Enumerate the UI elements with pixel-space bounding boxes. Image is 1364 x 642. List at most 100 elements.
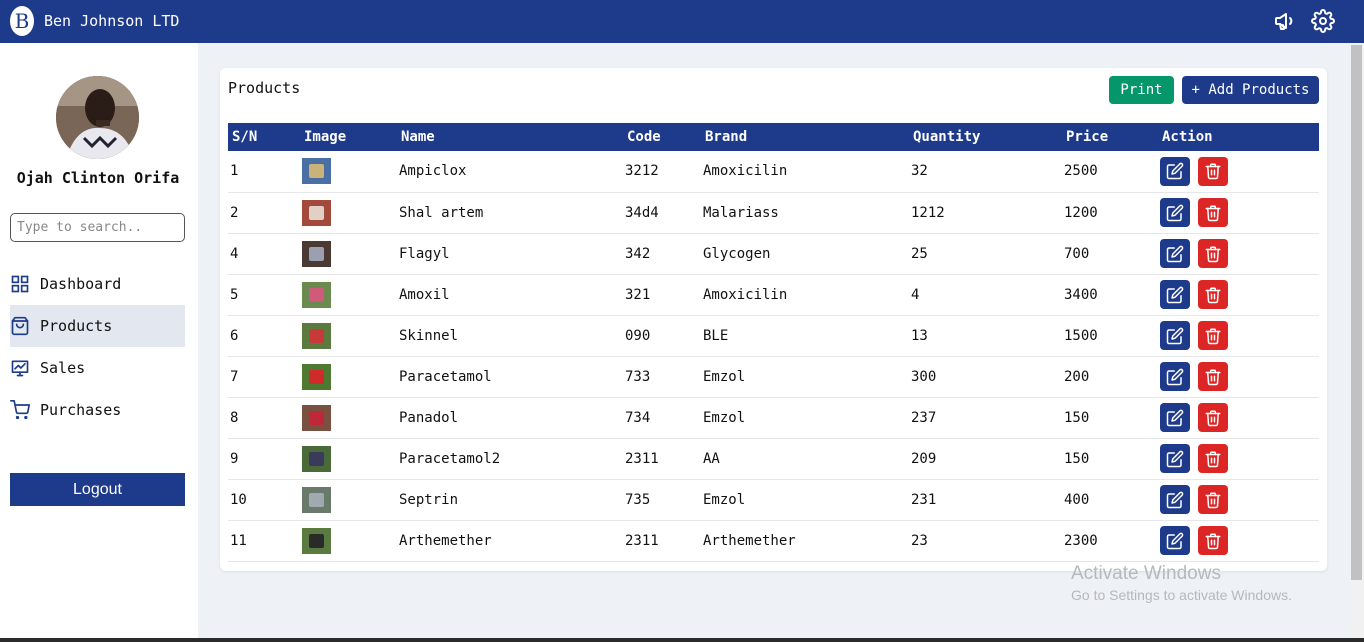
delete-button[interactable] xyxy=(1198,362,1228,391)
page-title: Products xyxy=(228,79,301,97)
cell-quantity: 13 xyxy=(911,327,928,344)
cell-sn: 10 xyxy=(230,491,247,508)
cell-brand: BLE xyxy=(703,327,729,344)
cell-brand: Arthemether xyxy=(703,532,796,549)
edit-button[interactable] xyxy=(1160,444,1190,473)
delete-button[interactable] xyxy=(1198,526,1228,555)
delete-button[interactable] xyxy=(1198,444,1228,473)
edit-icon xyxy=(1166,409,1184,426)
cell-image xyxy=(300,233,397,274)
cell-code: 090 xyxy=(625,327,651,344)
table-header: S/N Image Name Code Brand Quantity Price… xyxy=(228,123,1319,151)
table-row: 7 Paracetamol 733 Emzol 300 200 xyxy=(228,356,1319,397)
edit-button[interactable] xyxy=(1160,321,1190,350)
cell-sn: 1 xyxy=(230,163,239,180)
sidebar-item-sales[interactable]: Sales xyxy=(10,347,185,389)
product-thumbnail xyxy=(302,404,331,431)
cell-sn: 7 xyxy=(230,368,239,385)
cell-quantity: 209 xyxy=(911,450,937,467)
edit-button[interactable] xyxy=(1160,526,1190,555)
gear-icon[interactable] xyxy=(1311,9,1335,33)
cell-quantity: 1212 xyxy=(911,204,945,221)
column-header-quantity[interactable]: Quantity xyxy=(909,123,1062,151)
cell-code: 2311 xyxy=(625,532,659,549)
sidebar-item-dashboard[interactable]: Dashboard xyxy=(10,263,185,305)
table-row: 5 Amoxil 321 Amoxicilin 4 3400 xyxy=(228,274,1319,315)
delete-button[interactable] xyxy=(1198,198,1228,227)
column-header-name[interactable]: Name xyxy=(397,123,623,151)
edit-button[interactable] xyxy=(1160,156,1190,186)
edit-icon xyxy=(1166,532,1184,549)
delete-button[interactable] xyxy=(1198,280,1228,309)
cell-code: 3212 xyxy=(625,163,659,180)
edit-icon xyxy=(1166,491,1184,508)
cell-quantity: 4 xyxy=(911,286,920,303)
column-header-price[interactable]: Price xyxy=(1062,123,1158,151)
edit-button[interactable] xyxy=(1160,280,1190,309)
product-thumbnail xyxy=(302,486,331,513)
username: Ojah Clinton Orifa xyxy=(16,169,180,187)
sidebar-item-purchases[interactable]: Purchases xyxy=(10,389,185,431)
table-row: 4 Flagyl 342 Glycogen 25 700 xyxy=(228,233,1319,274)
search-input[interactable] xyxy=(10,213,185,242)
column-header-image[interactable]: Image xyxy=(300,123,397,151)
logout-button[interactable]: Logout xyxy=(10,473,185,506)
brand-logo[interactable]: B xyxy=(10,6,34,36)
edit-button[interactable] xyxy=(1160,198,1190,227)
activate-windows-title: Activate Windows xyxy=(1071,563,1221,584)
cell-brand: AA xyxy=(703,450,720,467)
cell-name: Septrin xyxy=(399,491,459,508)
delete-button[interactable] xyxy=(1198,403,1228,432)
cell-code: 733 xyxy=(625,368,651,385)
sidebar-item-products[interactable]: Products xyxy=(10,305,185,347)
cell-action xyxy=(1158,397,1319,438)
activate-windows-subtitle: Go to Settings to activate Windows. xyxy=(1071,587,1292,603)
edit-icon xyxy=(1166,162,1184,180)
cell-price: 1500 xyxy=(1064,327,1098,344)
cell-brand: Glycogen xyxy=(703,245,771,262)
add-products-button[interactable]: + Add Products xyxy=(1182,76,1319,104)
trash-icon xyxy=(1205,451,1221,467)
column-header-sn[interactable]: S/N xyxy=(228,123,300,151)
delete-button[interactable] xyxy=(1198,485,1228,514)
cell-action xyxy=(1158,356,1319,397)
cell-action xyxy=(1158,233,1319,274)
cell-name: Shal artem xyxy=(399,204,484,221)
print-button[interactable]: Print xyxy=(1109,76,1174,104)
delete-button[interactable] xyxy=(1198,239,1228,268)
cell-name: Amoxil xyxy=(399,286,450,303)
edit-icon xyxy=(1166,450,1184,467)
cell-name: Ampiclox xyxy=(399,163,467,180)
cell-brand: Amoxicilin xyxy=(703,163,788,180)
delete-button[interactable] xyxy=(1198,321,1228,350)
cell-name: Paracetamol xyxy=(399,368,492,385)
cell-image xyxy=(300,479,397,520)
bag-icon xyxy=(11,316,29,336)
column-header-brand[interactable]: Brand xyxy=(701,123,909,151)
delete-button[interactable] xyxy=(1198,156,1228,186)
scrollbar-thumb[interactable] xyxy=(1351,45,1362,580)
cell-action xyxy=(1158,151,1319,192)
cell-image xyxy=(300,438,397,479)
cell-sn: 5 xyxy=(230,286,239,303)
cell-quantity: 237 xyxy=(911,409,937,426)
brand-name[interactable]: Ben Johnson LTD xyxy=(44,12,179,30)
edit-button[interactable] xyxy=(1160,239,1190,268)
cell-price: 200 xyxy=(1064,368,1090,385)
trash-icon xyxy=(1205,410,1221,426)
trash-icon xyxy=(1205,369,1221,385)
megaphone-icon[interactable] xyxy=(1273,9,1297,33)
table-row: 2 Shal artem 34d4 Malariass 1212 1200 xyxy=(228,192,1319,233)
cell-quantity: 23 xyxy=(911,532,928,549)
column-header-code[interactable]: Code xyxy=(623,123,701,151)
edit-button[interactable] xyxy=(1160,485,1190,514)
cell-sn: 4 xyxy=(230,245,239,262)
edit-button[interactable] xyxy=(1160,403,1190,432)
edit-button[interactable] xyxy=(1160,362,1190,391)
avatar xyxy=(56,76,139,159)
edit-icon xyxy=(1166,204,1184,221)
table-row: 8 Panadol 734 Emzol 237 150 xyxy=(228,397,1319,438)
top-bar: B Ben Johnson LTD xyxy=(0,0,1364,43)
cart-icon xyxy=(10,400,30,420)
taskbar xyxy=(0,638,1364,642)
